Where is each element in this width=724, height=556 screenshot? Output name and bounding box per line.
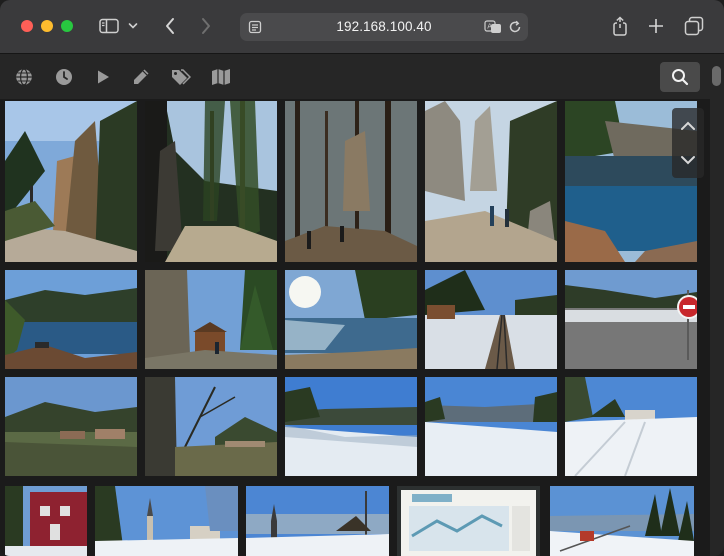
minimize-window-button[interactable] bbox=[41, 20, 53, 32]
photo-thumbnail[interactable] bbox=[565, 377, 697, 476]
clock-icon[interactable] bbox=[53, 66, 75, 88]
reload-icon[interactable] bbox=[506, 18, 524, 36]
chevron-down-icon[interactable] bbox=[125, 14, 141, 38]
chevron-down-icon bbox=[681, 156, 695, 165]
scrollbar-thumb[interactable] bbox=[712, 66, 721, 86]
tags-icon[interactable] bbox=[170, 66, 192, 88]
forward-icon[interactable] bbox=[194, 14, 218, 38]
photo-thumbnail[interactable] bbox=[285, 101, 417, 262]
play-icon[interactable] bbox=[92, 66, 114, 88]
scroll-navigation bbox=[672, 108, 704, 178]
browser-window: 192.168.100.40 A bbox=[0, 0, 724, 556]
svg-text:A: A bbox=[487, 23, 492, 31]
photo-thumbnail[interactable] bbox=[285, 377, 417, 476]
photo-thumbnail[interactable] bbox=[425, 377, 557, 476]
photo-thumbnail[interactable] bbox=[285, 270, 417, 369]
tab-overview-icon[interactable] bbox=[682, 14, 706, 38]
address-bar[interactable]: 192.168.100.40 A bbox=[240, 13, 528, 41]
scroll-up-button[interactable] bbox=[672, 110, 704, 142]
photo-grid bbox=[0, 99, 710, 556]
scrollbar[interactable] bbox=[710, 54, 724, 556]
search-icon bbox=[672, 69, 689, 86]
photo-thumbnail[interactable] bbox=[550, 486, 694, 556]
photo-thumbnail[interactable] bbox=[5, 101, 137, 262]
map-icon[interactable] bbox=[210, 66, 232, 88]
photo-thumbnail[interactable] bbox=[145, 377, 277, 476]
sidebar-icon[interactable] bbox=[97, 14, 121, 38]
photo-thumbnail[interactable] bbox=[5, 377, 137, 476]
photo-thumbnail[interactable] bbox=[5, 486, 87, 556]
new-tab-icon[interactable] bbox=[644, 14, 668, 38]
chevron-up-icon bbox=[681, 121, 695, 130]
browser-toolbar: 192.168.100.40 A bbox=[0, 0, 724, 54]
globe-icon[interactable] bbox=[13, 66, 35, 88]
search-button[interactable] bbox=[660, 62, 700, 92]
photo-thumbnail[interactable] bbox=[145, 101, 277, 262]
zoom-window-button[interactable] bbox=[61, 20, 73, 32]
photo-thumbnail[interactable] bbox=[425, 101, 557, 262]
photo-thumbnail[interactable] bbox=[145, 270, 277, 369]
photo-thumbnail[interactable] bbox=[5, 270, 137, 369]
photo-thumbnail[interactable] bbox=[565, 270, 697, 369]
photo-thumbnail[interactable] bbox=[397, 486, 540, 556]
back-icon[interactable] bbox=[158, 14, 182, 38]
gallery-app-bar bbox=[0, 54, 710, 99]
photo-thumbnail[interactable] bbox=[425, 270, 557, 369]
close-window-button[interactable] bbox=[21, 20, 33, 32]
translate-icon[interactable]: A bbox=[484, 18, 502, 36]
photo-thumbnail[interactable] bbox=[95, 486, 238, 556]
photo-thumbnail[interactable] bbox=[246, 486, 389, 556]
share-icon[interactable] bbox=[608, 14, 632, 38]
scroll-down-button[interactable] bbox=[672, 144, 704, 176]
pencil-icon[interactable] bbox=[130, 66, 152, 88]
